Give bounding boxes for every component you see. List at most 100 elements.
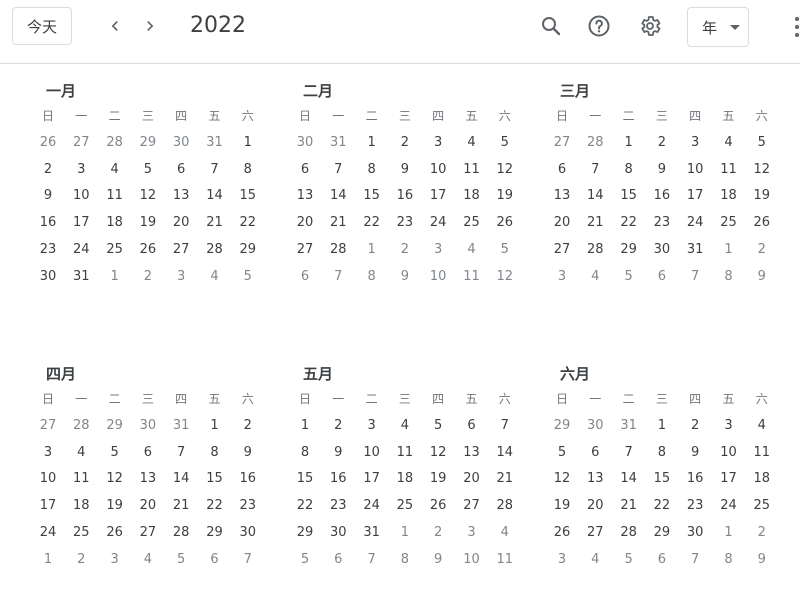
next-year-button[interactable] [135,11,165,41]
adjacent-month-day-cell[interactable]: 10 [424,264,452,290]
day-cell[interactable]: 17 [681,183,709,209]
adjacent-month-day-cell[interactable]: 8 [715,547,743,573]
day-cell[interactable]: 21 [324,210,352,236]
day-cell[interactable]: 30 [648,237,676,263]
day-cell[interactable]: 25 [458,210,486,236]
day-cell[interactable]: 25 [101,237,129,263]
adjacent-month-day-cell[interactable]: 4 [581,547,609,573]
day-cell[interactable]: 12 [548,466,576,492]
month-title[interactable]: 五月 [303,363,333,385]
help-button[interactable] [584,11,614,41]
adjacent-month-day-cell[interactable]: 9 [748,547,776,573]
day-cell[interactable]: 20 [134,493,162,519]
day-cell[interactable]: 22 [648,493,676,519]
day-cell[interactable]: 7 [167,440,195,466]
adjacent-month-day-cell[interactable]: 5 [167,547,195,573]
day-cell[interactable]: 18 [748,466,776,492]
day-cell[interactable]: 9 [34,183,62,209]
day-cell[interactable]: 5 [134,157,162,183]
day-cell[interactable]: 26 [134,237,162,263]
day-cell[interactable]: 27 [548,237,576,263]
day-cell[interactable]: 6 [548,157,576,183]
adjacent-month-day-cell[interactable]: 27 [34,413,62,439]
day-cell[interactable]: 6 [134,440,162,466]
day-cell[interactable]: 8 [648,440,676,466]
day-cell[interactable]: 26 [424,493,452,519]
adjacent-month-day-cell[interactable]: 29 [101,413,129,439]
day-cell[interactable]: 11 [391,440,419,466]
adjacent-month-day-cell[interactable]: 31 [201,130,229,156]
day-cell[interactable]: 22 [234,210,262,236]
day-cell[interactable]: 30 [34,264,62,290]
day-cell[interactable]: 22 [358,210,386,236]
adjacent-month-day-cell[interactable]: 4 [581,264,609,290]
month-title[interactable]: 三月 [560,80,590,102]
day-cell[interactable]: 18 [67,493,95,519]
day-cell[interactable]: 9 [681,440,709,466]
day-cell[interactable]: 9 [648,157,676,183]
day-cell[interactable]: 2 [324,413,352,439]
day-cell[interactable]: 27 [458,493,486,519]
adjacent-month-day-cell[interactable]: 11 [491,547,519,573]
day-cell[interactable]: 16 [648,183,676,209]
day-cell[interactable]: 23 [681,493,709,519]
day-cell[interactable]: 19 [101,493,129,519]
day-cell[interactable]: 18 [715,183,743,209]
day-cell[interactable]: 14 [581,183,609,209]
day-cell[interactable]: 26 [548,520,576,546]
day-cell[interactable]: 11 [67,466,95,492]
day-cell[interactable]: 17 [34,493,62,519]
adjacent-month-day-cell[interactable]: 2 [134,264,162,290]
day-cell[interactable]: 31 [681,237,709,263]
adjacent-month-day-cell[interactable]: 7 [234,547,262,573]
day-cell[interactable]: 29 [201,520,229,546]
settings-button[interactable] [635,11,665,41]
day-cell[interactable]: 14 [201,183,229,209]
adjacent-month-day-cell[interactable]: 1 [715,520,743,546]
day-cell[interactable]: 5 [548,440,576,466]
day-cell[interactable]: 29 [615,237,643,263]
adjacent-month-day-cell[interactable]: 5 [491,237,519,263]
day-cell[interactable]: 28 [491,493,519,519]
day-cell[interactable]: 25 [748,493,776,519]
day-cell[interactable]: 26 [491,210,519,236]
day-cell[interactable]: 4 [748,413,776,439]
day-cell[interactable]: 25 [391,493,419,519]
month-title[interactable]: 六月 [560,363,590,385]
day-cell[interactable]: 20 [291,210,319,236]
day-cell[interactable]: 14 [491,440,519,466]
day-cell[interactable]: 7 [491,413,519,439]
adjacent-month-day-cell[interactable]: 1 [358,237,386,263]
adjacent-month-day-cell[interactable]: 31 [167,413,195,439]
day-cell[interactable]: 3 [715,413,743,439]
day-cell[interactable]: 2 [234,413,262,439]
adjacent-month-day-cell[interactable]: 28 [581,130,609,156]
adjacent-month-day-cell[interactable]: 1 [391,520,419,546]
day-cell[interactable]: 4 [101,157,129,183]
day-cell[interactable]: 10 [424,157,452,183]
adjacent-month-day-cell[interactable]: 11 [458,264,486,290]
day-cell[interactable]: 29 [291,520,319,546]
adjacent-month-day-cell[interactable]: 4 [201,264,229,290]
day-cell[interactable]: 5 [748,130,776,156]
day-cell[interactable]: 1 [648,413,676,439]
day-cell[interactable]: 15 [234,183,262,209]
day-cell[interactable]: 7 [581,157,609,183]
day-cell[interactable]: 10 [681,157,709,183]
day-cell[interactable]: 22 [291,493,319,519]
day-cell[interactable]: 23 [324,493,352,519]
day-cell[interactable]: 31 [358,520,386,546]
adjacent-month-day-cell[interactable]: 8 [391,547,419,573]
day-cell[interactable]: 19 [134,210,162,236]
day-cell[interactable]: 4 [391,413,419,439]
day-cell[interactable]: 27 [134,520,162,546]
day-cell[interactable]: 3 [67,157,95,183]
day-cell[interactable]: 13 [548,183,576,209]
day-cell[interactable]: 28 [201,237,229,263]
day-cell[interactable]: 5 [424,413,452,439]
day-cell[interactable]: 16 [234,466,262,492]
day-cell[interactable]: 6 [581,440,609,466]
day-cell[interactable]: 16 [34,210,62,236]
day-cell[interactable]: 19 [748,183,776,209]
day-cell[interactable]: 12 [424,440,452,466]
